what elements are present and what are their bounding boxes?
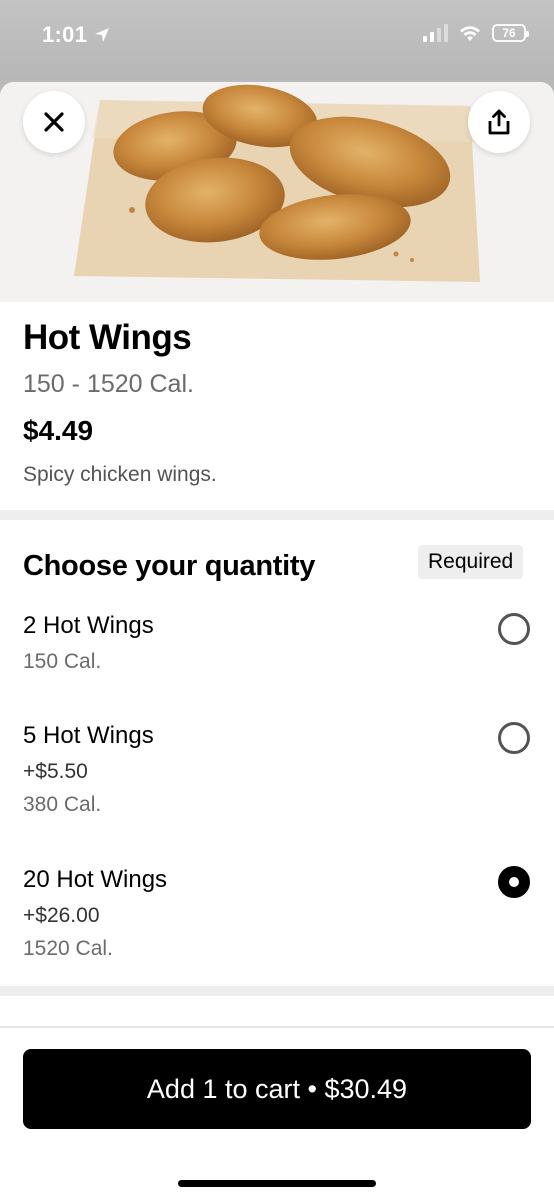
option-price: +$26.00 [23,904,100,927]
option-name: 2 Hot Wings [23,612,154,639]
item-description: Spicy chicken wings. [23,463,217,486]
close-button[interactable] [23,91,85,153]
wifi-icon [460,26,480,41]
quantity-section-title: Choose your quantity [23,550,316,582]
option-name: 5 Hot Wings [23,722,154,749]
option-calories: 380 Cal. [23,793,102,816]
status-bar: 1:01 76 [0,0,554,80]
share-icon [488,109,510,135]
cellular-signal-icon [423,24,448,42]
section-divider [0,510,554,520]
battery-icon: 76 [492,24,529,42]
quantity-option-5[interactable]: 5 Hot Wings +$5.50 380 Cal. [0,722,554,822]
close-icon [44,112,64,132]
status-indicators: 76 [423,24,529,42]
radio-button-selected[interactable] [498,866,530,898]
location-arrow-icon [95,28,110,42]
add-to-cart-label: Add 1 to cart • $30.49 [146,1073,408,1104]
radio-button[interactable] [498,722,530,754]
option-name: 20 Hot Wings [23,866,168,893]
battery-level: 76 [502,26,516,40]
radio-button[interactable] [498,613,530,645]
quantity-option-20[interactable]: 20 Hot Wings +$26.00 1520 Cal. [0,866,554,966]
status-time-text: 1:01 [42,22,88,47]
option-price: +$5.50 [23,760,88,783]
section-divider [0,986,554,996]
item-price: $4.49 [23,415,94,446]
status-time: 1:01 [42,22,111,48]
item-calories: 150 - 1520 Cal. [23,370,194,398]
required-badge: Required [418,545,524,579]
add-to-cart-button[interactable]: Add 1 to cart • $30.49 [23,1049,531,1129]
item-detail-sheet: Hot Wings 150 - 1520 Cal. $4.49 Spicy ch… [0,82,554,1200]
option-calories: 150 Cal. [23,650,102,673]
footer-divider [0,1026,554,1028]
quantity-option-2[interactable]: 2 Hot Wings 150 Cal. [0,612,554,682]
item-title: Hot Wings [23,318,192,357]
home-indicator[interactable] [178,1180,376,1187]
share-button[interactable] [468,91,530,153]
option-calories: 1520 Cal. [23,937,113,960]
